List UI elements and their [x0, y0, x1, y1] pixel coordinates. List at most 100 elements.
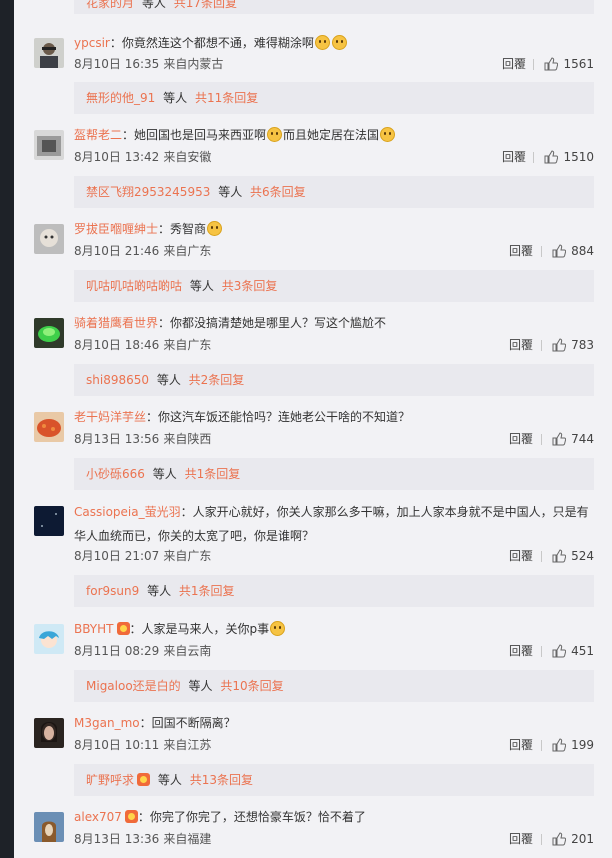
like-button[interactable]: 884 [541, 243, 594, 259]
subreply-mid: 等人 [163, 91, 188, 105]
subreply-mid: 等人 [218, 185, 243, 199]
avatar[interactable] [34, 506, 64, 536]
avatar[interactable] [34, 38, 64, 68]
divider [533, 58, 535, 70]
comment-line: BBYHT ：人家是马来人，关你p事 [74, 620, 604, 639]
subreply-count[interactable]: 共13条回复 [190, 773, 253, 787]
reply-button[interactable]: 回覆 [509, 643, 533, 659]
comment-location: 来自内蒙古 [163, 57, 224, 71]
comment-feed: 花家的月 等人 共17条回复 ypcsir：你竟然连这个都想不通，难得糊涂啊 8… [14, 0, 612, 858]
subreply-summary[interactable]: Migaloo还是白的 等人 共10条回复 [74, 670, 594, 702]
subreply-count[interactable]: 共10条回复 [220, 679, 283, 693]
subreply-summary[interactable]: 禁区飞翔2953245953 等人 共6条回复 [74, 176, 594, 208]
subreply-summary[interactable]: 小砂砾666 等人 共1条回复 [74, 458, 594, 490]
like-button[interactable]: 199 [541, 737, 594, 753]
like-count: 1561 [563, 57, 594, 71]
comment-username[interactable]: alex707 [74, 810, 122, 824]
comment-location: 来自江苏 [163, 738, 212, 752]
cat-emoji-icon [267, 127, 283, 142]
comment-meta: 8月13日 13:36 来自福建 [74, 831, 211, 847]
comment-meta: 8月10日 21:46 来自广东 [74, 243, 211, 259]
like-count: 783 [571, 338, 594, 352]
like-button[interactable]: 1510 [533, 149, 594, 165]
comment-line: 盔帮老二：她回国也是回马来西亚啊 而且她定居在法国 [74, 126, 604, 145]
subreply-username[interactable]: 花家的月 [86, 0, 134, 10]
thumbs-up-icon [544, 150, 559, 164]
subreply-summary[interactable]: for9sun9 等人 共1条回复 [74, 575, 594, 607]
reply-button[interactable]: 回覆 [509, 337, 533, 353]
subreply-summary[interactable]: 旷野呼求 等人 共13条回复 [74, 764, 594, 796]
avatar[interactable] [34, 318, 64, 348]
comment-date: 8月10日 10:11 [74, 738, 160, 752]
comment-location: 来自广东 [163, 244, 212, 258]
like-button[interactable]: 201 [541, 831, 594, 847]
divider [541, 739, 543, 751]
comment-text: 人家是马来人，关你p事 [141, 622, 270, 636]
reply-button[interactable]: 回覆 [509, 243, 533, 259]
divider [541, 245, 543, 257]
comment-line: alex707 ：你完了你完了，还想恰豪车饭？恰不着了 [74, 810, 366, 824]
comment-text: 你都没搞清楚她是哪里人？写这个尴尬不 [170, 316, 387, 330]
avatar[interactable] [34, 624, 64, 654]
subreply-count[interactable]: 共11条回复 [195, 91, 258, 105]
avatar[interactable] [34, 224, 64, 254]
like-button[interactable]: 524 [541, 548, 594, 564]
subreply-mid: 等人 [157, 773, 182, 787]
comment-meta: 8月10日 16:35 来自内蒙古 [74, 56, 223, 72]
subreply-count[interactable]: 共6条回复 [250, 185, 306, 199]
comment-username[interactable]: 骑着猎鹰看世界 [74, 316, 158, 330]
subreply-username[interactable]: for9sun9 [86, 584, 139, 598]
comment-text: 秀智商 [170, 222, 207, 236]
divider [541, 339, 543, 351]
divider [541, 833, 543, 845]
subreply-username[interactable]: 小砂砾666 [86, 467, 145, 481]
subreply-username[interactable]: 叽咕叽咕啲咕啲咕 [86, 279, 182, 293]
like-button[interactable]: 783 [541, 337, 594, 353]
subreply-username[interactable]: 無形的他_91 [86, 91, 155, 105]
comment-username[interactable]: M3gan_mo [74, 716, 140, 730]
subreply-username[interactable]: shi898650 [86, 373, 149, 387]
comment-username[interactable]: 罗拔臣嗰喱紳士 [74, 222, 158, 236]
subreply-summary[interactable]: 無形的他_91 等人 共11条回复 [74, 82, 594, 114]
avatar[interactable] [34, 412, 64, 442]
thumbs-up-icon [552, 738, 567, 752]
avatar[interactable] [34, 812, 64, 842]
reply-button[interactable]: 回覆 [502, 56, 526, 72]
divider [541, 550, 543, 562]
comment-username[interactable]: Cassiopeia_萤光羽 [74, 505, 181, 519]
comment-username[interactable]: ypcsir [74, 36, 110, 50]
comment-meta: 8月10日 13:42 来自安徽 [74, 149, 211, 165]
reply-button[interactable]: 回覆 [509, 548, 533, 564]
like-count: 199 [571, 738, 594, 752]
subreply-username[interactable]: 禁区飞翔2953245953 [86, 185, 210, 199]
comment-username[interactable]: 老干妈洋芋丝 [74, 410, 146, 424]
reply-button[interactable]: 回覆 [509, 831, 533, 847]
like-button[interactable]: 451 [541, 643, 594, 659]
reply-button[interactable]: 回覆 [509, 737, 533, 753]
reply-button[interactable]: 回覆 [502, 149, 526, 165]
subreply-username[interactable]: Migaloo还是白的 [86, 679, 181, 693]
subreply-count[interactable]: 共1条回复 [179, 584, 235, 598]
comment-username[interactable]: BBYHT [74, 622, 114, 636]
comment-meta: 8月13日 13:56 来自陕西 [74, 431, 211, 447]
thumbs-up-icon [552, 244, 567, 258]
comment-date: 8月10日 13:42 [74, 150, 160, 164]
subreply-count[interactable]: 共1条回复 [185, 467, 241, 481]
subreply-summary[interactable]: shi898650 等人 共2条回复 [74, 364, 594, 396]
subreply-summary[interactable]: 叽咕叽咕啲咕啲咕 等人 共3条回复 [74, 270, 594, 302]
subreply-count[interactable]: 共3条回复 [222, 279, 278, 293]
like-button[interactable]: 744 [541, 431, 594, 447]
comment-text: 你完了你完了，还想恰豪车饭？恰不着了 [149, 810, 366, 824]
reply-button[interactable]: 回覆 [509, 431, 533, 447]
comment-date: 8月10日 16:35 [74, 57, 160, 71]
avatar[interactable] [34, 718, 64, 748]
subreply-username[interactable]: 旷野呼求 [86, 773, 134, 787]
like-count: 884 [571, 244, 594, 258]
comment-username[interactable]: 盔帮老二 [74, 128, 122, 142]
comment-date: 8月13日 13:56 [74, 432, 160, 446]
subreply-count[interactable]: 共17条回复 [174, 0, 237, 10]
like-button[interactable]: 1561 [533, 56, 594, 72]
subreply-count[interactable]: 共2条回复 [189, 373, 245, 387]
avatar[interactable] [34, 130, 64, 160]
subreply-summary[interactable]: 花家的月 等人 共17条回复 [74, 0, 594, 14]
